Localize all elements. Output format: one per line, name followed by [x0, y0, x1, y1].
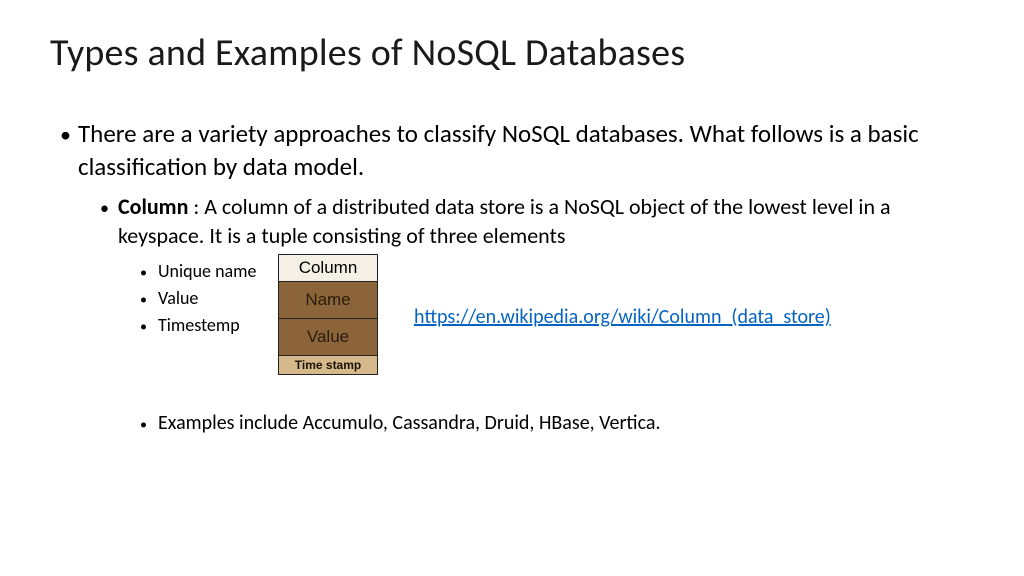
examples-bullet: • Examples include Accumulo, Cassandra, …	[140, 411, 974, 435]
examples-text: Examples include Accumulo, Cassandra, Dr…	[158, 411, 661, 435]
bullet-level2-column: • Column : A column of a distributed dat…	[100, 193, 974, 250]
elements-list: • Unique name • Value • Timestemp	[140, 258, 260, 339]
diagram-timestamp: Time stamp	[278, 355, 378, 375]
slide-title: Types and Examples of NoSQL Databases	[50, 30, 974, 76]
diagram-header: Column	[278, 254, 378, 281]
element-text: Value	[158, 285, 198, 312]
list-item: • Value	[140, 285, 260, 312]
diagram-name: Name	[278, 281, 378, 318]
column-diagram: Column Name Value Time stamp	[278, 254, 378, 375]
diagram-value: Value	[278, 318, 378, 355]
bullet-marker: •	[60, 121, 78, 150]
column-desc: : A column of a distributed data store i…	[118, 193, 891, 249]
list-item: • Unique name	[140, 258, 260, 285]
bullet-level1-text: There are a variety approaches to classi…	[78, 118, 974, 183]
bullet-level1: • There are a variety approaches to clas…	[60, 118, 974, 183]
bullet-marker: •	[140, 262, 158, 283]
elements-row: • Unique name • Value • Timestemp Column…	[140, 258, 974, 375]
bullet-marker: •	[140, 316, 158, 337]
wikipedia-link[interactable]: https://en.wikipedia.org/wiki/Column_(da…	[414, 305, 831, 329]
bullet-marker: •	[100, 197, 118, 220]
bullet-marker: •	[140, 289, 158, 310]
column-label: Column	[118, 193, 188, 220]
column-line: Column : A column of a distributed data …	[118, 193, 974, 250]
list-item: • Timestemp	[140, 312, 260, 339]
element-text: Timestemp	[158, 312, 240, 339]
element-text: Unique name	[158, 258, 257, 285]
bullet-marker: •	[140, 416, 158, 433]
